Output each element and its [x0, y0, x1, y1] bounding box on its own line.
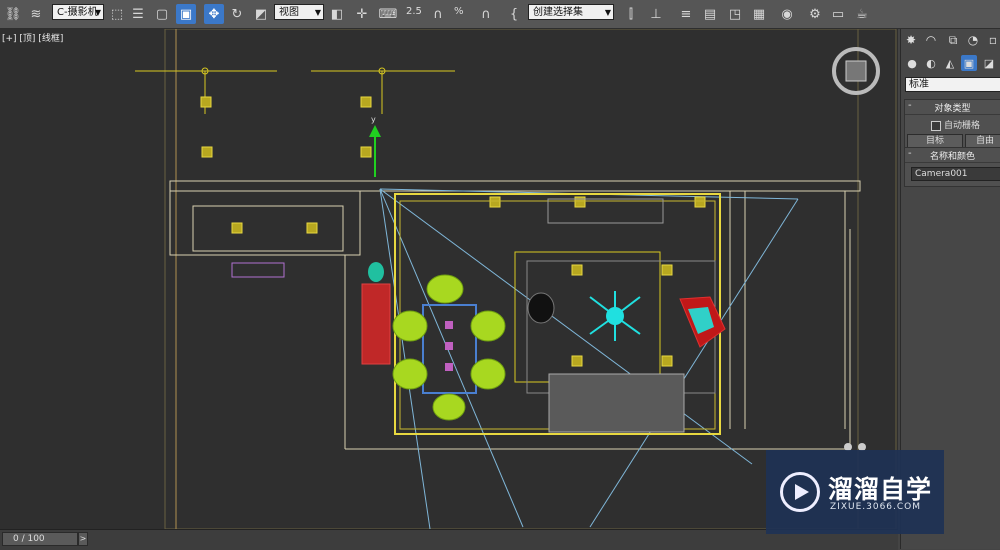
- spinner-snap-icon[interactable]: ∩: [476, 4, 496, 24]
- snap-angle-label[interactable]: 2.5: [406, 6, 422, 17]
- percent-snap-label[interactable]: %: [454, 6, 464, 17]
- pivot-center-icon[interactable]: ◧: [327, 4, 347, 24]
- name-color-title: 名称和颜色: [929, 152, 975, 162]
- free-camera-button[interactable]: 自由: [965, 134, 1000, 148]
- object-type-header[interactable]: - 对象类型: [905, 100, 1000, 115]
- display-tab-icon[interactable]: ▫: [985, 32, 1000, 48]
- watermark-title: 溜溜自学: [828, 475, 933, 504]
- play-logo-icon: [780, 472, 820, 512]
- link-icon[interactable]: ⛓: [3, 4, 23, 24]
- edit-named-selection-icon[interactable]: {: [504, 4, 524, 24]
- modify-tab-icon[interactable]: ◠: [923, 32, 939, 48]
- viewcube: [832, 47, 880, 95]
- viewport-top[interactable]: [+] [顶] [线框] y: [0, 29, 898, 529]
- lights-icon[interactable]: ◭: [942, 55, 958, 71]
- create-category-bar: ● ◐ ◭ ▣ ◪: [901, 53, 1000, 73]
- object-name-field[interactable]: Camera001: [911, 167, 1000, 181]
- align-icon[interactable]: ⊥: [646, 4, 666, 24]
- camera-frustum: [379, 188, 799, 529]
- layer-manager-icon[interactable]: ≡: [676, 4, 696, 24]
- rotate-icon[interactable]: ↻: [227, 4, 247, 24]
- object-category-dropdown[interactable]: 标准: [905, 77, 1000, 92]
- material-editor-icon[interactable]: ◉: [777, 4, 797, 24]
- angle-snap-icon[interactable]: ∩: [428, 4, 448, 24]
- watermark-subtitle: ZIXUE.3066.COM: [830, 502, 922, 512]
- rectangular-selection-icon[interactable]: ▢: [152, 4, 172, 24]
- main-toolbar: ⛓ ≋ C-摄影机 ▼ ⬚ ☰ ▢ ▣ ✥ ↻ ◩ 视图 ▼ ◧ ✛ ⌨ 2.5 ∩…: [0, 0, 1000, 29]
- select-by-name-icon[interactable]: ☰: [128, 4, 148, 24]
- selection-filter-dropdown[interactable]: C-摄影机 ▼: [52, 4, 104, 20]
- motion-tab-icon[interactable]: ◔: [965, 32, 981, 48]
- name-color-header[interactable]: - 名称和颜色: [905, 148, 1000, 163]
- target-camera-button[interactable]: 目标: [907, 134, 963, 148]
- create-tab-icon[interactable]: ✸: [903, 32, 919, 48]
- scale-icon[interactable]: ◩: [251, 4, 271, 24]
- rendered-frame-icon[interactable]: ▭: [828, 4, 848, 24]
- ucs-axis: y: [369, 115, 381, 177]
- helpers-icon[interactable]: ◪: [981, 55, 997, 71]
- shapes-icon[interactable]: ◐: [923, 55, 939, 71]
- render-production-icon[interactable]: ☕: [852, 4, 872, 24]
- select-manipulate-icon[interactable]: ✛: [352, 4, 372, 24]
- keyboard-shortcut-icon[interactable]: ⌨: [378, 4, 398, 24]
- curve-editor-icon[interactable]: ◳: [725, 4, 745, 24]
- time-slider-bar: 0 / 100 >: [0, 529, 898, 550]
- move-icon[interactable]: ✥: [204, 4, 224, 24]
- mirror-icon[interactable]: ⫿: [621, 4, 641, 24]
- ceiling-lines: [135, 67, 455, 114]
- hierarchy-tab-icon[interactable]: ⧉: [945, 32, 961, 48]
- floor-plan-drawing: y: [135, 29, 897, 529]
- object-type-rollout: - 对象类型 自动栅格 目标 自由: [904, 99, 1000, 149]
- command-panel-tabs: ✸ ◠ ⧉ ◔ ▫: [901, 29, 1000, 51]
- autogrid-label: 自动栅格: [944, 121, 981, 131]
- render-setup-icon[interactable]: ⚙: [805, 4, 825, 24]
- checkbox-icon: [931, 120, 941, 131]
- side-cabinet: [361, 262, 391, 365]
- object-type-title: 对象类型: [934, 104, 971, 114]
- svg-text:y: y: [371, 115, 376, 124]
- next-frame-icon[interactable]: >: [78, 532, 88, 546]
- watermark: 溜溜自学 ZIXUE.3066.COM: [766, 450, 944, 534]
- dining-set: [392, 274, 506, 421]
- cameras-icon[interactable]: ▣: [961, 55, 977, 71]
- time-slider[interactable]: 0 / 100: [2, 532, 78, 546]
- window-crossing-icon[interactable]: ▣: [176, 4, 196, 24]
- schematic-view-icon[interactable]: ▦: [749, 4, 769, 24]
- select-object-icon[interactable]: ⬚: [107, 4, 127, 24]
- geometry-icon[interactable]: ●: [904, 55, 920, 71]
- graphite-tools-icon[interactable]: ▤: [700, 4, 720, 24]
- name-color-rollout: - 名称和颜色 Camera001: [904, 147, 1000, 187]
- named-selection-dropdown[interactable]: 创建选择集 ▼: [528, 4, 614, 20]
- reference-coord-dropdown[interactable]: 视图 ▼: [274, 4, 324, 20]
- entry-cabinet: [192, 205, 344, 278]
- autogrid-checkbox[interactable]: 自动栅格: [931, 118, 980, 131]
- bind-spacewarp-icon[interactable]: ≋: [26, 4, 46, 24]
- chandelier: [589, 291, 641, 341]
